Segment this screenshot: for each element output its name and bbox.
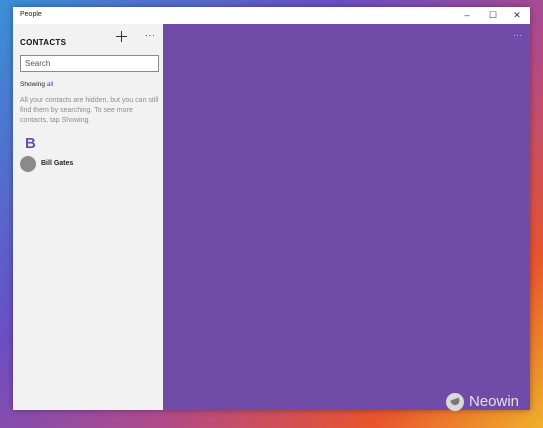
showing-all-link[interactable]: all xyxy=(47,81,54,88)
group-letter-header: B xyxy=(25,135,36,152)
sidebar-more-button[interactable]: ··· xyxy=(145,30,156,40)
window-title: People xyxy=(20,11,42,18)
title-bar: People – ☐ ✕ xyxy=(13,7,530,24)
hidden-contacts-hint: All your contacts are hidden, but you ca… xyxy=(20,97,159,124)
contact-name: Bill Gates xyxy=(41,160,74,167)
maximize-button[interactable]: ☐ xyxy=(486,9,500,21)
showing-label: Showing xyxy=(20,81,45,88)
contact-list-item[interactable]: Bill Gates xyxy=(20,155,156,173)
neowin-watermark: Neowin xyxy=(446,392,536,414)
contacts-heading: CONTACTS xyxy=(20,38,67,47)
avatar xyxy=(20,156,36,172)
people-app-window: People – ☐ ✕ CONTACTS ··· Search Showing… xyxy=(13,7,530,410)
close-button[interactable]: ✕ xyxy=(510,9,524,21)
add-contact-button[interactable] xyxy=(114,29,130,45)
search-input[interactable]: Search xyxy=(20,55,159,72)
watermark-text: Neowin xyxy=(469,393,520,410)
detail-more-button[interactable]: ··· xyxy=(513,30,522,40)
minimize-button[interactable]: – xyxy=(460,9,474,21)
contact-detail-pane: ··· xyxy=(163,24,530,410)
showing-filter: Showing all xyxy=(20,81,53,88)
contacts-sidebar: CONTACTS ··· Search Showing all All your… xyxy=(13,24,163,410)
neowin-logo-icon xyxy=(446,393,464,411)
